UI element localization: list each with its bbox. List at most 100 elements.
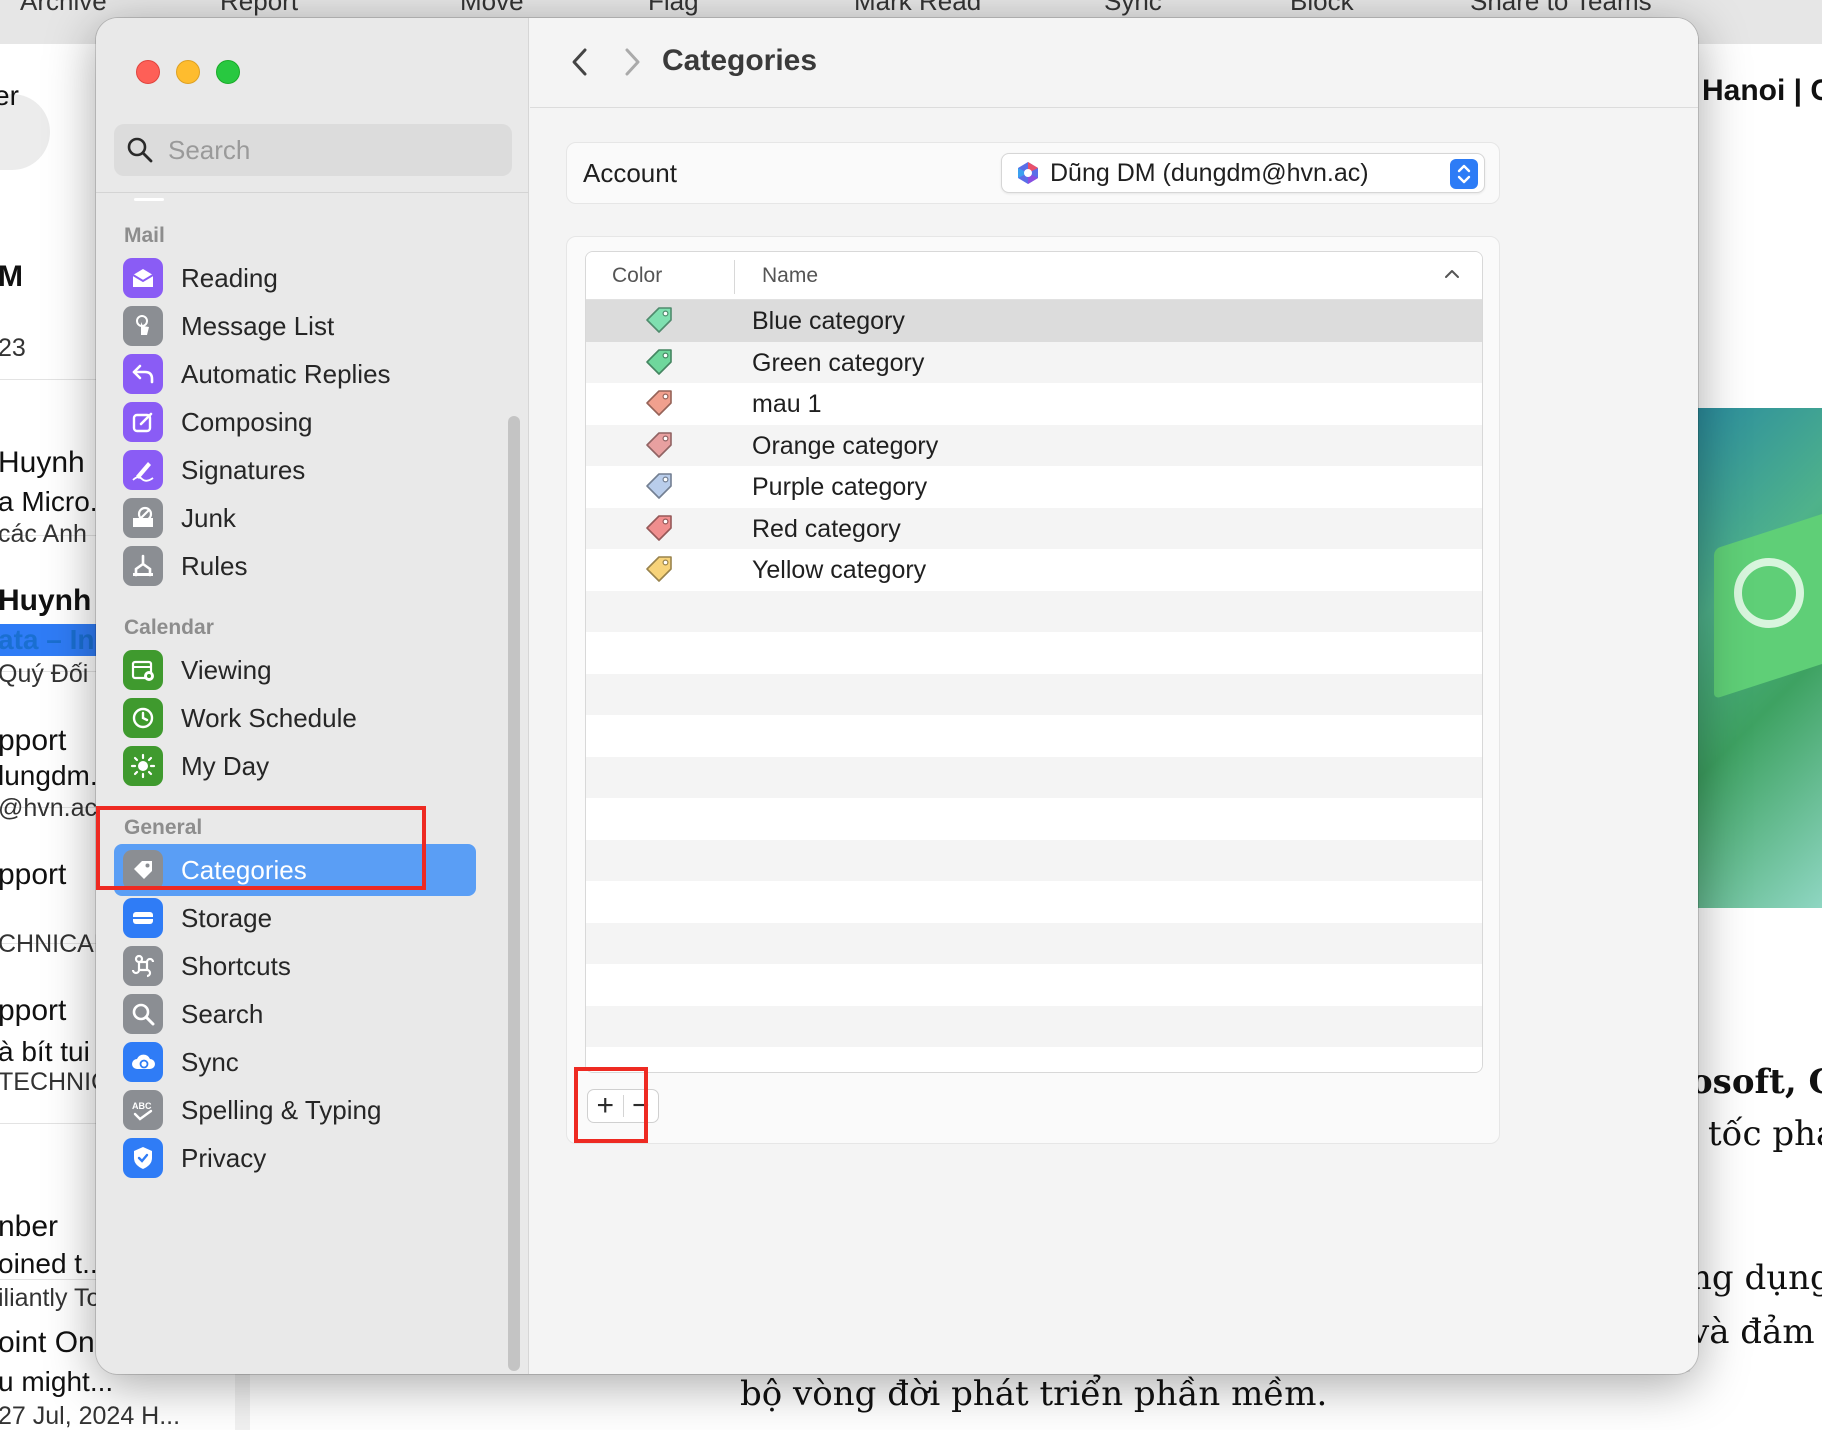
categories-table: Color Name Blue category Green category ma… [585,251,1483,1073]
account-label: Account [583,158,677,188]
toolbar-flag: Flag [648,0,699,16]
minimize-window-button[interactable] [176,60,200,84]
sidebar-item-label: Shortcuts [181,950,291,981]
toolbar-sync: Sync [1104,0,1162,16]
cloud-sync-icon [123,1042,163,1082]
empty-table-row [586,964,1482,1006]
sidebar-item-shortcuts[interactable]: Shortcuts [114,940,476,992]
article-text: osoft, G [1690,1062,1822,1102]
sidebar-item-label: Automatic Replies [181,358,391,389]
table-row[interactable]: Orange category [586,424,1482,466]
category-name: mau 1 [752,390,822,418]
message-preview: 27 Jul, 2024 H... [0,1402,181,1430]
sidebar-item-work-schedule[interactable]: Work Schedule [114,692,476,744]
reply-arrow-icon [123,354,163,394]
category-name: Red category [752,514,901,543]
empty-table-row [586,590,1482,632]
sidebar-item-label: Search [181,998,264,1029]
command-key-icon [123,946,163,986]
sidebar-item-junk[interactable]: Junk [114,492,476,544]
sidebar-item-label: Reading [181,262,278,293]
sidebar-item-reading[interactable]: Reading [114,252,476,304]
sidebar-search[interactable] [114,124,512,176]
magnifier-icon [123,994,163,1034]
sort-ascending-icon[interactable] [1442,266,1462,282]
article-text: bộ vòng đời phát triển phần mềm. [740,1374,1328,1414]
content-header: Categories [530,18,1698,108]
section-title-mail: Mail [124,224,165,247]
table-row[interactable]: Blue category [586,300,1482,342]
empty-table-row [586,632,1482,674]
table-row[interactable]: Green category [586,341,1482,383]
sidebar-item-my-day[interactable]: My Day [114,740,476,792]
message-date: 23 [0,334,26,362]
table-row[interactable]: mau 1 [586,383,1482,425]
sidebar-item-sync[interactable]: Sync [114,1036,476,1088]
sidebar-item-automatic-replies[interactable]: Automatic Replies [114,348,476,400]
message-subject: à bít tui [0,1036,90,1067]
sidebar-item-label: Spelling & Typing [181,1094,382,1125]
calendar-gear-icon [123,650,163,690]
category-name: Green category [752,348,925,377]
category-name: Purple category [752,473,928,501]
hand-pointer-icon [123,306,163,346]
empty-table-row [586,756,1482,798]
envelope-open-icon [123,258,163,298]
sidebar-item-viewing[interactable]: Viewing [114,644,476,696]
table-row[interactable]: Yellow category [586,549,1482,591]
zoom-window-button[interactable] [216,60,240,84]
toolbar-share-to-teams: Share to Teams [1470,0,1652,16]
message-sender: pport [0,724,67,757]
account-select-value: Dũng DM (dungdm@hvn.ac) [1050,158,1369,187]
sidebar-item-label: Sync [181,1046,239,1077]
article-text: ng dụng [1690,1258,1822,1298]
empty-table-row [586,673,1482,715]
sidebar-item-composing[interactable]: Composing [114,396,476,448]
sidebar-item-label: Composing [181,406,313,437]
sidebar-scrollbar[interactable] [508,416,520,1371]
message-sender: Huynh [0,446,85,479]
categories-panel: Color Name Blue category Green category ma… [566,236,1500,1144]
sidebar-item-label: Work Schedule [181,702,357,733]
sidebar-item-signatures[interactable]: Signatures [114,444,476,496]
sidebar-item-label: Junk [181,502,236,533]
shield-check-icon [123,1138,163,1178]
column-header-color[interactable]: Color [612,264,662,288]
svg-text:ABC: ABC [132,1101,152,1111]
account-select[interactable]: Dũng DM (dungdm@hvn.ac) [1001,153,1485,193]
message-subject: oined t... [0,1248,106,1279]
empty-table-row [586,1047,1482,1072]
filter-label: er [0,80,19,111]
compose-pencil-icon [123,402,163,442]
sidebar-item-label: Storage [181,902,273,933]
sidebar-item-search[interactable]: Search [114,988,476,1040]
sidebar-item-label: Viewing [181,654,272,685]
category-color-tag-icon [646,514,672,541]
sidebar-item-spelling-typing[interactable]: ABC Spelling & Typing [114,1084,476,1136]
table-row[interactable]: Red category [586,507,1482,549]
section-title-calendar: Calendar [124,616,214,639]
signature-pen-icon [123,450,163,490]
abc-check-icon: ABC [123,1090,163,1130]
empty-table-row [586,1005,1482,1047]
message-sender: pport [0,994,67,1027]
table-row[interactable]: Purple category [586,466,1482,508]
sidebar-item-rules[interactable]: Rules [114,540,476,592]
sidebar-item-storage[interactable]: Storage [114,892,476,944]
category-color-tag-icon [646,307,672,333]
back-button[interactable] [560,42,600,82]
message-sender: oint On [0,1326,95,1359]
sidebar-item-privacy[interactable]: Privacy [114,1132,476,1184]
background-reading-pane: Hanoi | C osoft, G tốc phát ng dụng và đ… [1690,44,1822,1430]
close-window-button[interactable] [136,60,160,84]
sidebar-item-message-list[interactable]: Message List [114,300,476,352]
toolbar-mark-read: Mark Read [854,0,982,16]
category-color-tag-icon [646,390,672,416]
search-input[interactable] [168,134,488,166]
settings-content: Categories Account Dũng DM (dungdm@hvn.a… [530,18,1698,1374]
column-header-name[interactable]: Name [762,264,818,288]
sidebar-item-label: Signatures [181,454,306,485]
empty-table-row [586,798,1482,840]
forward-button[interactable] [612,42,652,82]
chevron-right-icon [625,48,640,76]
